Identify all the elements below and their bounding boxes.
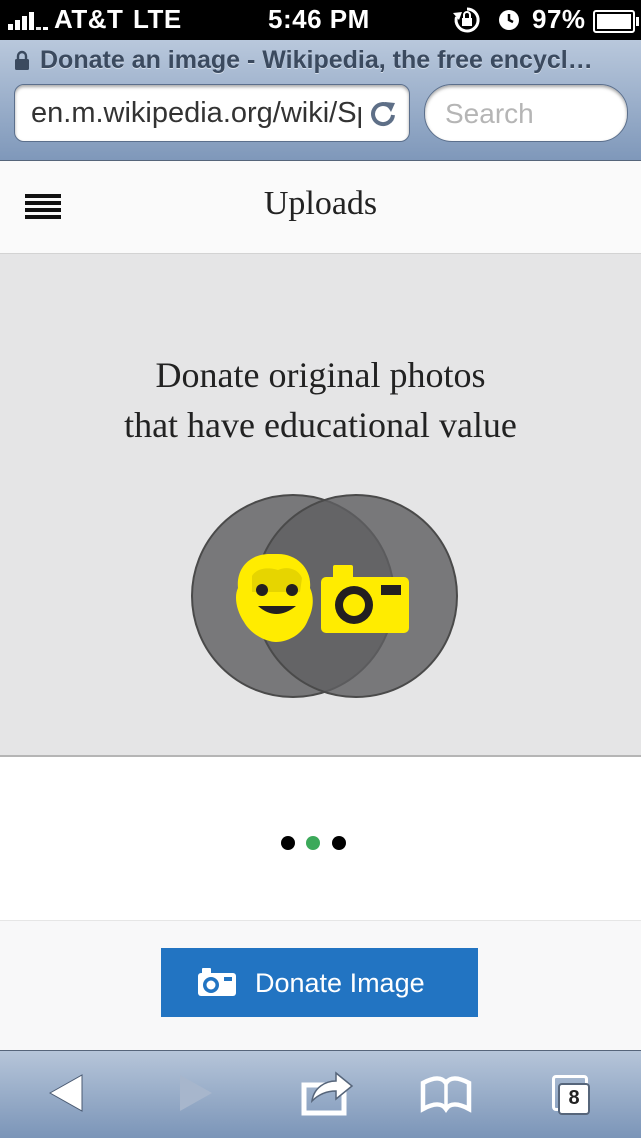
carrier-name: AT&T <box>54 4 124 34</box>
rotation-lock-icon <box>453 7 480 33</box>
network-type: LTE <box>133 4 182 34</box>
tab-count: 8 <box>568 1087 580 1109</box>
search-field[interactable]: Search <box>424 84 628 142</box>
venn-illustration <box>191 494 458 698</box>
url-text: en.m.wikipedia.org/wiki/Special:Uploads <box>31 97 361 129</box>
tabs-icon[interactable]: 8 <box>550 1075 590 1115</box>
url-field[interactable]: en.m.wikipedia.org/wiki/Special:Uploads <box>14 84 410 142</box>
browser-address-bar: Donate an image - Wikipedia, the free en… <box>0 40 641 161</box>
action-bar: Donate Image <box>0 920 641 1051</box>
back-icon[interactable] <box>38 1051 88 1138</box>
lock-icon <box>15 50 29 70</box>
donate-image-label: Donate Image <box>255 968 425 998</box>
forward-icon[interactable] <box>168 1051 218 1138</box>
carousel-dot-3[interactable] <box>332 836 346 850</box>
donate-image-button[interactable]: Donate Image <box>161 948 478 1017</box>
bookmarks-icon[interactable] <box>418 1051 474 1138</box>
clock: 5:46 PM <box>268 4 370 34</box>
header-title: Uploads <box>263 185 378 222</box>
alarm-clock-icon <box>499 10 519 30</box>
page-header: Uploads <box>0 161 641 255</box>
carousel-dot-1[interactable] <box>281 836 295 850</box>
browser-toolbar: 8 <box>0 1050 641 1138</box>
upload-intro-card: Donate original photos that have educati… <box>0 254 641 757</box>
battery-icon <box>593 10 639 33</box>
search-placeholder: Search <box>445 98 534 129</box>
camera-icon <box>198 968 236 996</box>
share-icon[interactable] <box>298 1051 356 1138</box>
carousel-dot-2-active[interactable] <box>306 836 320 850</box>
battery-percentage: 97% <box>532 4 586 34</box>
reload-icon[interactable] <box>369 99 397 127</box>
status-bar: AT&T LTE 5:46 PM 97% <box>0 0 641 40</box>
page-title: Donate an image - Wikipedia, the free en… <box>40 46 593 74</box>
